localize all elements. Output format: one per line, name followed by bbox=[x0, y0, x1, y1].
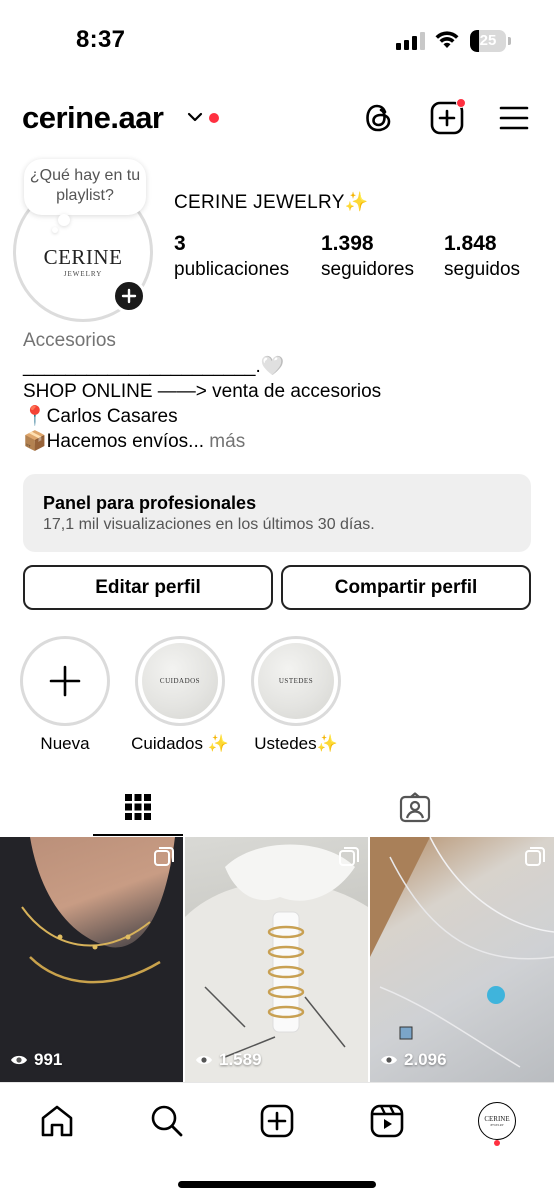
eye-icon bbox=[11, 1055, 27, 1065]
create-icon[interactable] bbox=[255, 1099, 299, 1143]
new-post-notification-dot bbox=[456, 98, 466, 108]
bio-line-2: SHOP ONLINE ——> venta de accesorios bbox=[23, 381, 382, 402]
highlight-cuidados[interactable]: CUIDADOS Cuidados ✨ bbox=[125, 636, 235, 754]
search-icon[interactable] bbox=[145, 1099, 189, 1143]
menu-icon[interactable] bbox=[497, 96, 531, 140]
eye-icon bbox=[196, 1055, 212, 1065]
note-bubble[interactable]: ¿Qué hay en tu playlist? bbox=[24, 159, 146, 215]
note-bubble-tail-small bbox=[52, 227, 58, 233]
account-notification-dot bbox=[209, 113, 219, 123]
highlight-label: Cuidados ✨ bbox=[131, 734, 229, 753]
nav-avatar-text: CERINE bbox=[484, 1115, 510, 1123]
highlight-ustedes[interactable]: USTEDES Ustedes✨ bbox=[241, 636, 351, 754]
post-image bbox=[0, 837, 183, 1082]
post-views-count: 2.096 bbox=[404, 1050, 447, 1069]
stat-posts-value: 3 bbox=[174, 232, 186, 255]
stat-following[interactable]: 1.848 seguidos bbox=[444, 232, 520, 284]
professional-dashboard[interactable]: Panel para profesionales 17,1 mil visual… bbox=[23, 474, 531, 552]
highlight-cover-text: CUIDADOS bbox=[159, 677, 201, 685]
profile-category: Accesorios bbox=[23, 330, 116, 351]
highlight-cover: CUIDADOS bbox=[142, 643, 218, 719]
highlight-cover-text: USTEDES bbox=[278, 677, 314, 685]
post-thumbnail[interactable]: 2.096 bbox=[370, 837, 554, 1082]
posts-grid: 991 1.589 2.096 bbox=[0, 837, 554, 1082]
tab-posts-grid[interactable] bbox=[93, 780, 183, 836]
avatar-logo-text: CERINE bbox=[43, 244, 123, 269]
bio-line-3: 📍Carlos Casares bbox=[23, 406, 178, 427]
chevron-down-icon[interactable] bbox=[186, 110, 204, 128]
post-views: 1.589 bbox=[195, 1050, 262, 1070]
share-profile-button[interactable]: Compartir perfil bbox=[281, 565, 531, 610]
highlight-label: Ustedes✨ bbox=[254, 734, 338, 753]
plus-icon bbox=[49, 665, 81, 697]
stat-followers-label: seguidores bbox=[321, 259, 414, 280]
home-icon[interactable] bbox=[35, 1099, 79, 1143]
highlight-label: Nueva bbox=[40, 734, 90, 753]
nav-avatar-logo: CERINE JEWELRY bbox=[478, 1102, 516, 1140]
carousel-icon bbox=[525, 847, 545, 866]
highlight-ring: USTEDES bbox=[251, 636, 341, 726]
edit-profile-button[interactable]: Editar perfil bbox=[23, 565, 273, 610]
username-switcher[interactable]: cerine.aar bbox=[22, 100, 164, 136]
bio-line-1: ______________________.🤍 bbox=[23, 356, 285, 377]
cellular-signal-icon bbox=[396, 32, 425, 50]
wifi-icon bbox=[433, 28, 461, 55]
stat-following-value: 1.848 bbox=[444, 232, 497, 255]
threads-icon[interactable] bbox=[362, 96, 396, 140]
stat-posts[interactable]: 3 publicaciones bbox=[174, 232, 289, 284]
post-views-count: 1.589 bbox=[219, 1050, 262, 1069]
bio-line-4-text: 📦Hacemos envíos... bbox=[23, 431, 205, 452]
eye-icon bbox=[381, 1055, 397, 1065]
stat-followers-value: 1.398 bbox=[321, 232, 374, 255]
carousel-icon bbox=[154, 847, 174, 866]
note-bubble-tail bbox=[58, 214, 70, 226]
carousel-icon bbox=[339, 847, 359, 866]
battery-nub bbox=[508, 37, 511, 45]
tagged-icon bbox=[399, 792, 431, 823]
status-time: 8:37 bbox=[76, 26, 126, 53]
avatar-logo-subtext: JEWELRY bbox=[63, 269, 103, 278]
bio-more-link[interactable]: más bbox=[204, 431, 245, 452]
post-image bbox=[185, 844, 368, 1082]
profile-tabs bbox=[0, 780, 554, 836]
highlight-cover: USTEDES bbox=[258, 643, 334, 719]
dashboard-title: Panel para profesionales bbox=[43, 493, 257, 513]
grid-icon bbox=[125, 794, 151, 820]
profile-avatar[interactable]: CERINE JEWELRY bbox=[475, 1099, 519, 1143]
battery-level: 25 bbox=[479, 32, 497, 49]
post-views-count: 991 bbox=[34, 1050, 63, 1069]
highlight-new[interactable]: Nueva bbox=[10, 636, 120, 754]
profile-bio: ______________________.🤍 SHOP ONLINE ——>… bbox=[23, 354, 543, 454]
stat-followers[interactable]: 1.398 seguidores bbox=[321, 232, 414, 284]
display-name: CERINE JEWELRY✨ bbox=[174, 192, 369, 213]
battery-icon: 25 bbox=[470, 30, 506, 52]
post-image bbox=[370, 837, 554, 1068]
dashboard-subtitle: 17,1 mil visualizaciones en los últimos … bbox=[43, 516, 375, 533]
profile-header: cerine.aar bbox=[0, 96, 554, 144]
add-story-button[interactable] bbox=[112, 279, 146, 313]
nav-avatar-subtext: JEWELRY bbox=[490, 1123, 504, 1127]
highlight-ring: CUIDADOS bbox=[135, 636, 225, 726]
stat-following-label: seguidos bbox=[444, 259, 521, 280]
home-indicator[interactable] bbox=[178, 1181, 376, 1188]
bio-line-4: 📦Hacemos envíos... más bbox=[23, 429, 543, 454]
post-thumbnail[interactable]: 991 bbox=[0, 837, 183, 1082]
new-post-icon[interactable] bbox=[430, 96, 466, 140]
profile-notification-dot bbox=[494, 1140, 500, 1146]
reels-icon[interactable] bbox=[365, 1099, 409, 1143]
post-thumbnail[interactable]: 1.589 bbox=[185, 837, 368, 1082]
post-views: 991 bbox=[10, 1050, 62, 1070]
new-highlight-circle bbox=[20, 636, 110, 726]
status-bar: 8:37 25 bbox=[0, 0, 554, 80]
stat-posts-label: publicaciones bbox=[174, 259, 290, 280]
tab-tagged[interactable] bbox=[370, 780, 460, 836]
post-views: 2.096 bbox=[380, 1050, 447, 1070]
